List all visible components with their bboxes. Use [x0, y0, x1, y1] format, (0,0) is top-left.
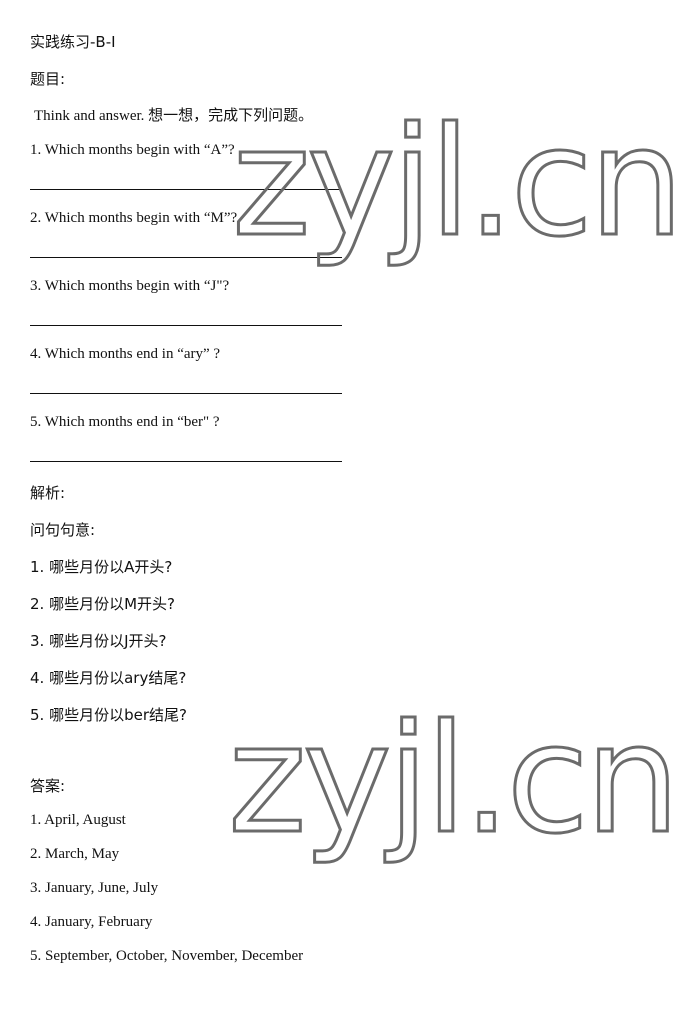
- analysis-item-4: 4. 哪些月份以ary结尾?: [30, 669, 187, 687]
- watermark-bottom: zyjl.cn: [226, 693, 681, 867]
- answer-3: 3. January, June, July: [30, 880, 159, 896]
- answer-4: 4. January, February: [30, 914, 153, 930]
- analysis-subheading: 问句句意:: [30, 521, 96, 539]
- document-title: 实践练习-B-I: [30, 33, 116, 51]
- answer-line-5: [30, 461, 342, 462]
- watermark-top: zyjl.cn: [230, 96, 685, 270]
- question-1: 1. Which months begin with “A”?: [30, 142, 235, 158]
- question-3: 3. Which months begin with “J"?: [30, 278, 230, 294]
- question-4: 4. Which months end in “ary” ?: [30, 346, 221, 362]
- analysis-item-3: 3. 哪些月份以J开头?: [30, 632, 167, 650]
- answer-2: 2. March, May: [30, 846, 120, 862]
- analysis-item-2: 2. 哪些月份以M开头?: [30, 595, 175, 613]
- question-heading: 题目:: [30, 70, 66, 88]
- answer-1: 1. April, August: [30, 812, 126, 828]
- answer-line-1: [30, 189, 342, 190]
- analysis-item-1: 1. 哪些月份以A开头?: [30, 558, 173, 576]
- answer-line-2: [30, 257, 342, 258]
- analysis-heading: 解析:: [30, 484, 66, 502]
- question-5: 5. Which months end in “ber" ?: [30, 414, 220, 430]
- answer-5: 5. September, October, November, Decembe…: [30, 948, 304, 964]
- answer-line-4: [30, 393, 342, 394]
- instruction: Think and answer. 想一想，完成下列问题。: [34, 108, 314, 124]
- question-2: 2. Which months begin with “M”?: [30, 210, 238, 226]
- answer-line-3: [30, 325, 342, 326]
- answer-heading: 答案:: [30, 777, 66, 795]
- analysis-item-5: 5. 哪些月份以ber结尾?: [30, 706, 187, 724]
